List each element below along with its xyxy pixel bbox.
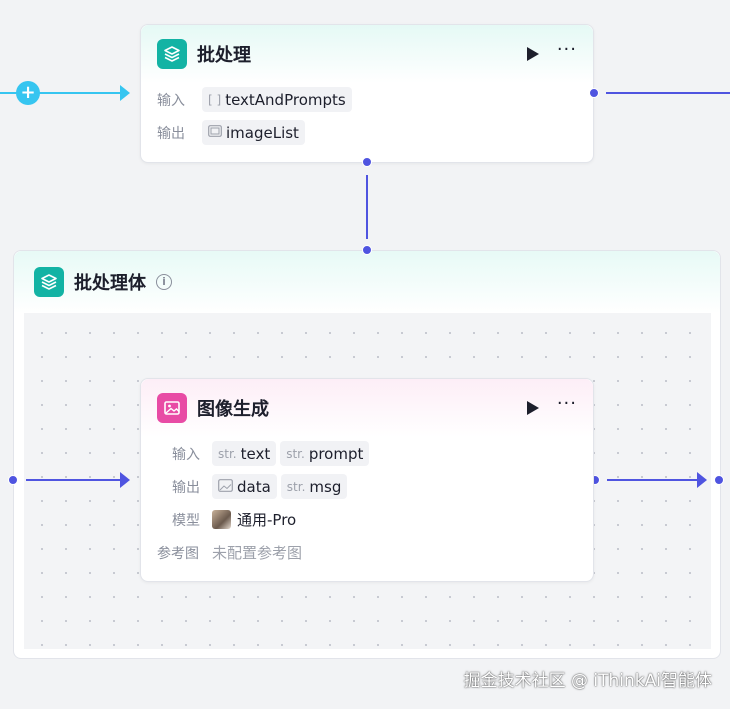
ref-label: 参考图 xyxy=(157,545,199,562)
batch-output-port[interactable] xyxy=(589,88,599,98)
output-label: 输出 xyxy=(157,125,185,142)
model-label: 模型 xyxy=(172,512,200,529)
image-model-row: 模型 通用-Pro xyxy=(141,503,593,536)
more-icon[interactable]: ··· xyxy=(557,41,577,63)
edge-arrowhead xyxy=(120,85,130,101)
output-tag-name: data xyxy=(237,477,271,496)
watermark: 掘金技术社区 @ iThinkAi智能体 xyxy=(463,671,712,691)
model-avatar-icon xyxy=(212,510,231,529)
image-ref-row: 参考图 未配置参考图 xyxy=(141,536,593,569)
output-tag-name: msg xyxy=(309,477,342,496)
input-tag-value: textAndPrompts xyxy=(225,90,346,109)
add-node-button[interactable]: + xyxy=(16,81,40,105)
edge-arrowhead xyxy=(120,472,130,488)
input-label: 输入 xyxy=(157,92,185,109)
input-label: 输入 xyxy=(172,446,200,463)
outgoing-edge xyxy=(606,92,730,94)
edge-arrowhead xyxy=(697,472,707,488)
string-type-icon: str. xyxy=(286,446,305,461)
inner-outgoing-edge xyxy=(607,479,703,481)
batch-input-row: 输入 [ ] textAndPrompts xyxy=(141,83,593,116)
string-type-icon: str. xyxy=(286,479,306,494)
input-tag[interactable]: [ ] textAndPrompts xyxy=(202,87,352,112)
run-icon[interactable] xyxy=(526,47,539,61)
batch-node[interactable]: 批处理 ··· 输入 [ ] textAndPrompts 输出 imageLi… xyxy=(140,24,594,163)
batch-node-title: 批处理 xyxy=(197,45,251,66)
batch-output-row: 输出 imageList xyxy=(141,116,593,149)
output-tag-value: imageList xyxy=(226,123,299,142)
image-output-row: 输出 data str. msg xyxy=(141,470,593,503)
image-generation-node[interactable]: 图像生成 ··· 输入 str. text str. prompt 输出 dat… xyxy=(140,378,594,582)
model-value[interactable]: 通用-Pro xyxy=(237,509,296,530)
output-tag-data[interactable]: data xyxy=(212,474,277,499)
batch-body-port[interactable] xyxy=(362,157,372,167)
input-tag-name: prompt xyxy=(308,444,364,463)
string-type-icon: str. xyxy=(218,446,237,461)
image-type-icon xyxy=(218,478,233,495)
inner-incoming-edge xyxy=(26,479,126,481)
image-node-header: 图像生成 ··· xyxy=(141,379,593,437)
array-icon: [ ] xyxy=(208,92,222,107)
layers-icon xyxy=(34,267,64,297)
output-tag[interactable]: imageList xyxy=(202,120,305,145)
run-icon[interactable] xyxy=(526,401,539,415)
body-edge xyxy=(366,175,368,239)
image-input-row: 输入 str. text str. prompt xyxy=(141,437,593,470)
loop-start-port[interactable] xyxy=(8,475,18,485)
input-tag-name: text xyxy=(240,444,271,463)
image-generate-icon xyxy=(157,393,187,423)
info-icon[interactable]: i xyxy=(156,274,172,290)
more-icon[interactable]: ··· xyxy=(557,395,577,417)
output-tag-msg[interactable]: str. msg xyxy=(280,474,348,499)
input-tag-text[interactable]: str. text xyxy=(212,441,277,466)
ref-value: 未配置参考图 xyxy=(212,544,303,562)
loop-body-title: 批处理体 xyxy=(74,273,146,294)
image-node-title: 图像生成 xyxy=(197,399,269,420)
layers-icon xyxy=(157,39,187,69)
input-tag-prompt[interactable]: str. prompt xyxy=(280,441,370,466)
image-list-icon xyxy=(208,125,222,140)
output-label: 输出 xyxy=(172,479,200,496)
loop-body-input-port[interactable] xyxy=(362,245,372,255)
loop-body-header: 批处理体 i xyxy=(14,251,720,313)
batch-node-header: 批处理 ··· xyxy=(141,25,593,83)
loop-end-port[interactable] xyxy=(714,475,724,485)
